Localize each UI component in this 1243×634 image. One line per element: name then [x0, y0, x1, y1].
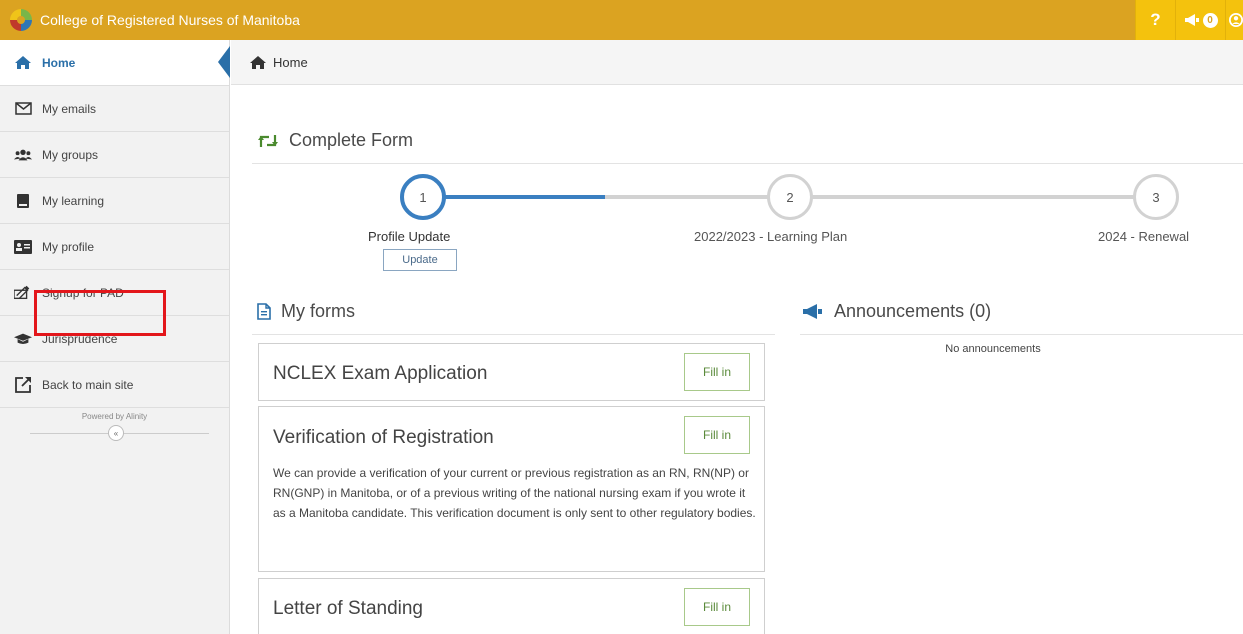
- sidebar-item-label: My learning: [42, 193, 105, 208]
- breadcrumb-home-link[interactable]: Home: [273, 55, 308, 70]
- user-icon: [1229, 13, 1243, 27]
- user-menu-button[interactable]: [1225, 0, 1243, 40]
- sidebar-item-label: My groups: [42, 147, 99, 162]
- help-icon: ?: [1150, 10, 1161, 29]
- complete-form-heading: Complete Form: [257, 130, 413, 151]
- brand[interactable]: College of Registered Nurses of Manitoba: [0, 0, 300, 40]
- sidebar: Home My emails My groups My learning My …: [0, 40, 230, 634]
- powered-by: Powered by Alinity: [81, 412, 148, 421]
- step-number: 2: [786, 189, 794, 205]
- id-card-icon: [14, 239, 32, 255]
- announcements-count-badge: 0: [1202, 12, 1218, 28]
- help-button[interactable]: ?: [1135, 0, 1175, 40]
- sidebar-item-my-emails[interactable]: My emails: [0, 86, 229, 132]
- retweet-icon: [257, 133, 279, 149]
- step-2-label: 2022/2023 - Learning Plan: [694, 229, 848, 244]
- sidebar-item-my-groups[interactable]: My groups: [0, 132, 229, 178]
- fill-in-button[interactable]: Fill in: [684, 416, 750, 454]
- sidebar-item-label: Home: [42, 55, 76, 70]
- divider: [252, 163, 1243, 164]
- step-track-1-2: [440, 195, 770, 199]
- step-number: 3: [1152, 189, 1160, 205]
- step-track-2-3: [810, 195, 1136, 199]
- form-title: NCLEX Exam Application: [273, 363, 488, 384]
- document-icon: [257, 303, 271, 320]
- breadcrumb: Home: [231, 40, 1243, 85]
- step-3-label: 2024 - Renewal: [1098, 229, 1190, 244]
- no-announcements-text: No announcements: [945, 343, 1041, 355]
- sidebar-item-label: Back to main site: [42, 377, 134, 392]
- top-actions: ? 0: [1135, 0, 1243, 40]
- collapse-sidebar-button[interactable]: «: [108, 425, 124, 441]
- announcements-title: Announcements (0): [834, 301, 992, 321]
- sidebar-item-jurisprudence[interactable]: Jurisprudence: [0, 316, 229, 362]
- step-3-circle[interactable]: 3: [1133, 174, 1179, 220]
- form-description: We can provide a verification of your cu…: [273, 466, 756, 520]
- announcements-button[interactable]: 0: [1175, 0, 1225, 40]
- sidebar-item-my-profile[interactable]: My profile: [0, 224, 229, 270]
- signup-icon: [14, 285, 32, 301]
- sidebar-item-label: Signup for PAD: [42, 285, 124, 300]
- step-progress-fill: [440, 195, 605, 199]
- divider: [252, 334, 775, 335]
- step-1-circle[interactable]: 1: [400, 174, 446, 220]
- form-card-nclex: NCLEX Exam Application Fill in: [258, 343, 765, 401]
- sidebar-item-back-to-main-site[interactable]: Back to main site: [0, 362, 229, 408]
- users-icon: [14, 147, 32, 163]
- college-logo-icon: [10, 9, 32, 31]
- home-icon: [14, 55, 32, 71]
- form-title: Letter of Standing: [273, 598, 423, 619]
- external-link-icon: [14, 377, 32, 393]
- fill-in-button[interactable]: Fill in: [684, 353, 750, 391]
- form-card-verification: Verification of Registration Fill in We …: [258, 406, 765, 572]
- double-chevron-left-icon: «: [113, 428, 119, 438]
- sidebar-item-label: Jurisprudence: [42, 331, 118, 346]
- my-forms-heading: My forms: [257, 301, 355, 322]
- form-card-letter-of-standing: Letter of Standing Fill in: [258, 578, 765, 634]
- sidebar-item-label: My emails: [42, 101, 97, 116]
- app-title: College of Registered Nurses of Manitoba: [40, 12, 300, 28]
- book-icon: [14, 193, 32, 209]
- step-1-label: Profile Update: [368, 229, 451, 244]
- sidebar-item-label: My profile: [42, 239, 95, 254]
- form-title: Verification of Registration: [273, 427, 494, 448]
- active-indicator: [218, 46, 230, 78]
- step-2-circle[interactable]: 2: [767, 174, 813, 220]
- my-forms-title: My forms: [281, 301, 355, 321]
- envelope-icon: [14, 101, 32, 117]
- complete-form-title: Complete Form: [289, 130, 414, 150]
- sidebar-item-signup-for-pad[interactable]: Signup for PAD: [0, 270, 229, 316]
- announcements-heading: Announcements (0): [802, 301, 991, 322]
- megaphone-icon: [1184, 14, 1199, 26]
- step-number: 1: [419, 189, 427, 205]
- home-icon: [249, 54, 267, 70]
- sidebar-item-my-learning[interactable]: My learning: [0, 178, 229, 224]
- top-bar: College of Registered Nurses of Manitoba…: [0, 0, 1243, 40]
- graduation-cap-icon: [14, 331, 32, 347]
- divider: [800, 334, 1243, 335]
- collapse-row: «: [0, 421, 229, 447]
- update-button[interactable]: Update: [383, 249, 457, 271]
- sidebar-item-home[interactable]: Home: [0, 40, 230, 86]
- fill-in-button[interactable]: Fill in: [684, 588, 750, 626]
- megaphone-icon: [802, 303, 824, 320]
